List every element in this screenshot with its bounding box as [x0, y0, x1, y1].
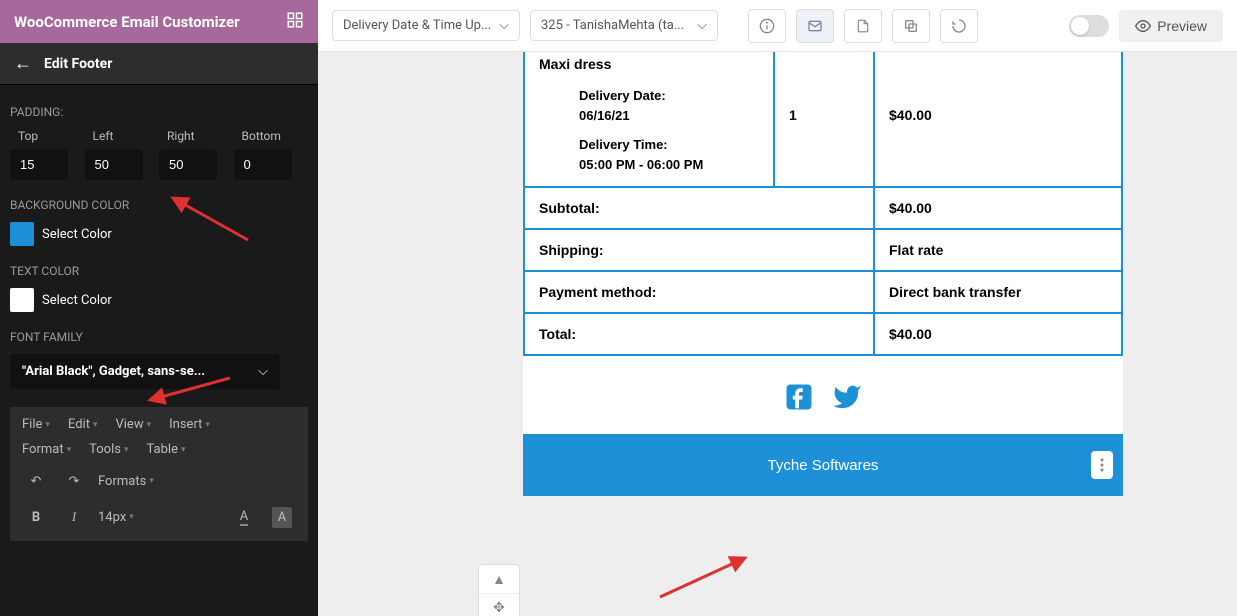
padding-left-label: Left — [85, 129, 160, 143]
menu-tools[interactable]: Tools▾ — [89, 442, 128, 457]
social-row — [523, 356, 1123, 434]
footer-menu-button[interactable] — [1091, 451, 1113, 479]
menu-insert[interactable]: Insert▾ — [169, 417, 210, 432]
total-value: $40.00 — [874, 313, 1122, 355]
menu-format[interactable]: Format▾ — [22, 442, 71, 457]
chevron-down-icon: ⌵ — [697, 18, 707, 33]
copy-button[interactable] — [892, 9, 930, 43]
menu-table[interactable]: Table▾ — [147, 442, 186, 457]
dashboard-icon[interactable] — [286, 11, 304, 33]
qty-cell: 1 — [774, 52, 874, 187]
undo-button[interactable]: ↶ — [22, 467, 50, 495]
padding-bottom-input[interactable] — [234, 149, 292, 180]
footer-text: Tyche Softwares — [768, 457, 879, 474]
chevron-down-icon: ⌵ — [499, 18, 509, 33]
eye-icon — [1135, 18, 1151, 34]
textcolor-select[interactable]: Select Color — [42, 293, 112, 308]
app-title: WooCommerce Email Customizer — [14, 13, 240, 31]
table-row: Total: $40.00 — [524, 313, 1122, 355]
payment-label: Payment method: — [524, 271, 874, 313]
shipping-value: Flat rate — [874, 229, 1122, 271]
product-name: Maxi dress — [539, 56, 759, 72]
top-toolbar: Delivery Date & Time Up...⌵ 325 - Tanish… — [318, 0, 1237, 52]
font-family-value: "Arial Black", Gadget, sans-se... — [22, 364, 205, 379]
bg-color-button[interactable]: A — [268, 503, 296, 531]
order-select[interactable]: 325 - TanishaMehta (ta...⌵ — [530, 10, 718, 41]
table-row: Payment method: Direct bank transfer — [524, 271, 1122, 313]
dark-mode-toggle[interactable] — [1069, 15, 1109, 37]
delivery-date-label: Delivery Date: — [579, 86, 759, 106]
table-row: Maxi dress Delivery Date: 06/16/21 Deliv… — [524, 52, 1122, 187]
panel-heading-row: ← Edit Footer — [0, 43, 318, 85]
email-footer[interactable]: Tyche Softwares — [523, 434, 1123, 496]
email-preview: Maxi dress Delivery Date: 06/16/21 Deliv… — [523, 52, 1123, 496]
padding-right-label: Right — [159, 129, 234, 143]
textcolor-swatch[interactable] — [10, 288, 34, 312]
bgcolor-select[interactable]: Select Color — [42, 227, 112, 242]
shipping-label: Shipping: — [524, 229, 874, 271]
font-family-label: FONT FAMILY — [10, 330, 308, 344]
reset-button[interactable] — [940, 9, 978, 43]
padding-label: PADDING: — [10, 105, 308, 119]
fontsize-dropdown[interactable]: 14px▾ — [98, 510, 134, 525]
total-label: Total: — [524, 313, 874, 355]
facebook-icon[interactable] — [784, 382, 814, 416]
table-row: Subtotal: $40.00 — [524, 187, 1122, 229]
bgcolor-row[interactable]: Select Color — [10, 222, 308, 246]
redo-button[interactable]: ↷ — [60, 467, 88, 495]
menu-edit[interactable]: Edit▾ — [68, 417, 98, 432]
twitter-icon[interactable] — [832, 382, 862, 416]
bgcolor-label: BACKGROUND COLOR — [10, 198, 308, 212]
info-button[interactable] — [748, 9, 786, 43]
menu-view[interactable]: View▾ — [115, 417, 151, 432]
sidebar: WooCommerce Email Customizer ← Edit Foot… — [0, 0, 318, 616]
document-view-button[interactable] — [844, 9, 882, 43]
font-family-dropdown[interactable]: "Arial Black", Gadget, sans-se... ⌵ — [10, 354, 280, 389]
move-up-button[interactable]: ▲ — [479, 565, 519, 593]
order-table: Maxi dress Delivery Date: 06/16/21 Deliv… — [523, 52, 1123, 356]
padding-right-input[interactable] — [159, 149, 217, 180]
panel-heading: Edit Footer — [44, 56, 112, 72]
chevron-down-icon: ⌵ — [258, 364, 268, 379]
menu-file[interactable]: File▾ — [22, 417, 50, 432]
move-handle[interactable]: ✥ — [479, 593, 519, 616]
subtotal-value: $40.00 — [874, 187, 1122, 229]
bold-button[interactable]: B — [22, 503, 50, 531]
subtotal-label: Subtotal: — [524, 187, 874, 229]
sidebar-header: WooCommerce Email Customizer — [0, 0, 318, 43]
main-area: Delivery Date & Time Up...⌵ 325 - Tanish… — [318, 0, 1237, 616]
delivery-date: 06/16/21 — [579, 106, 759, 126]
padding-top-input[interactable] — [10, 149, 68, 180]
preview-button[interactable]: Preview — [1119, 10, 1223, 42]
padding-row: Top Left Right Bottom — [10, 129, 308, 180]
text-color-button[interactable]: A — [230, 503, 258, 531]
rich-text-toolbar: File▾ Edit▾ View▾ Insert▾ Format▾ Tools▾… — [10, 407, 308, 541]
padding-bottom-label: Bottom — [234, 129, 309, 143]
move-controls: ▲ ✥ ▼ — [478, 564, 520, 616]
padding-top-label: Top — [10, 129, 85, 143]
formats-dropdown[interactable]: Formats▾ — [98, 474, 154, 489]
template-select[interactable]: Delivery Date & Time Up...⌵ — [332, 10, 520, 41]
line-total: $40.00 — [874, 52, 1122, 187]
textcolor-label: TEXT COLOR — [10, 264, 308, 278]
table-row: Shipping: Flat rate — [524, 229, 1122, 271]
delivery-time: 05:00 PM - 06:00 PM — [579, 155, 759, 175]
email-view-button[interactable] — [796, 9, 834, 43]
bgcolor-swatch[interactable] — [10, 222, 34, 246]
panel-body: PADDING: Top Left Right Bottom BACKGROUN… — [0, 85, 318, 555]
italic-button[interactable]: I — [60, 503, 88, 531]
delivery-time-label: Delivery Time: — [579, 135, 759, 155]
payment-value: Direct bank transfer — [874, 271, 1122, 313]
padding-left-input[interactable] — [85, 149, 143, 180]
textcolor-row[interactable]: Select Color — [10, 288, 308, 312]
back-arrow-icon[interactable]: ← — [14, 53, 32, 74]
canvas-area: Maxi dress Delivery Date: 06/16/21 Deliv… — [318, 52, 1237, 616]
